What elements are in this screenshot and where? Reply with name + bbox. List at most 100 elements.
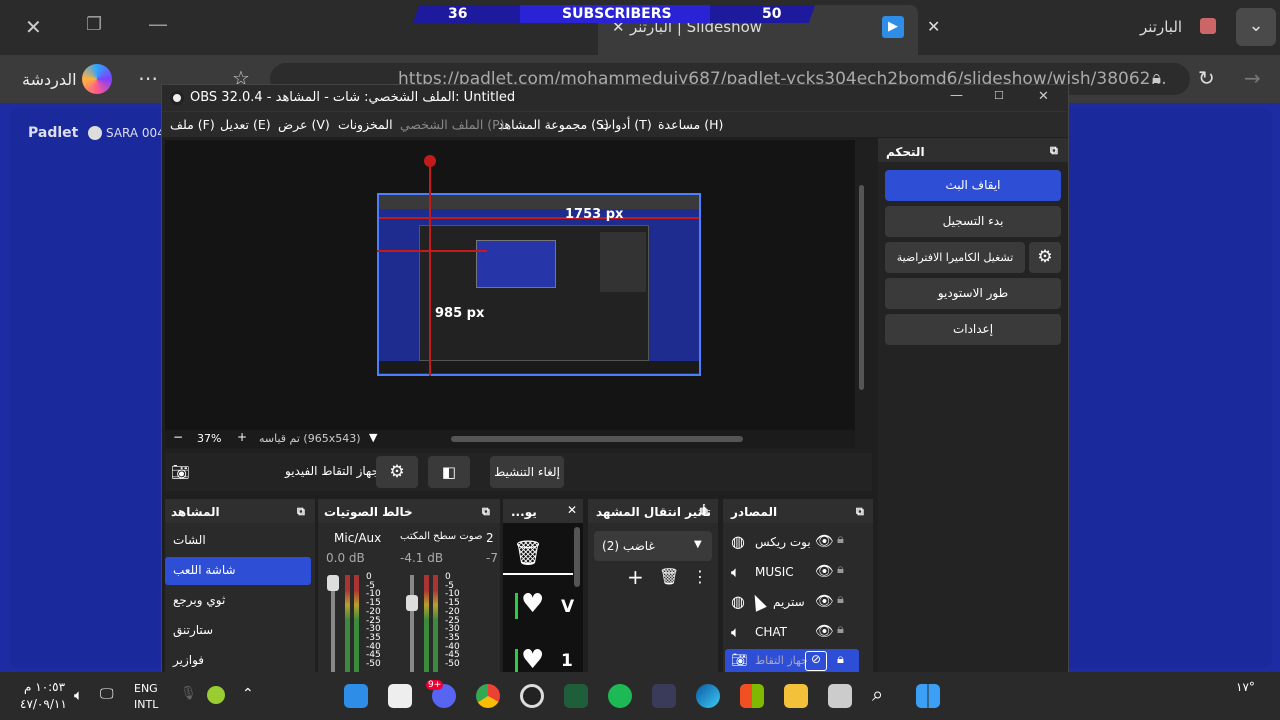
studio-mode-button[interactable]: طور الاستوديو — [885, 278, 1061, 309]
transitions-undock-icon[interactable]: ⧉ — [700, 505, 708, 519]
tray-overflow-icon[interactable]: ⌃ — [242, 686, 254, 702]
spotify-icon[interactable] — [608, 684, 632, 708]
scene-item-selected[interactable]: شاشة اللعب — [165, 557, 311, 585]
obs-maximize-icon[interactable]: ☐ — [994, 89, 1004, 102]
padlet-logo[interactable]: Padlet — [28, 125, 78, 141]
weather-temp[interactable]: ١٧° — [1236, 680, 1255, 694]
restore-window-icon[interactable]: ❐ — [86, 14, 102, 35]
visibility-eye-icon[interactable]: 👁︎ — [815, 592, 834, 610]
source-filters-button[interactable]: ◧ — [428, 456, 470, 488]
zoom-dropdown-icon[interactable]: ▼ — [369, 431, 377, 444]
lang-label[interactable]: ENG — [134, 682, 158, 695]
lock-icon[interactable]: 🔒︎ — [1152, 68, 1161, 88]
transition-select[interactable]: غاضب (2) ▼ — [594, 531, 712, 561]
forward-icon[interactable]: → — [1244, 66, 1261, 90]
remove-transition-icon[interactable]: 🗑︎ — [659, 567, 679, 586]
scene-item[interactable]: الشات — [165, 527, 313, 555]
visibility-eye-icon[interactable]: 👁︎ — [815, 532, 834, 550]
zoom-out-button[interactable]: − — [173, 430, 183, 444]
scene-item[interactable]: ستارتنق — [165, 617, 313, 645]
start-icon[interactable] — [916, 684, 940, 708]
controls-undock-icon[interactable]: ⧉ — [1050, 144, 1058, 158]
xbox-icon[interactable] — [207, 686, 225, 704]
heart-icon[interactable]: ♥ — [521, 589, 544, 619]
store-icon[interactable] — [740, 684, 764, 708]
menu-help[interactable]: مساعدة (H) — [658, 117, 723, 132]
more-menu-icon[interactable]: ⋯ — [138, 66, 158, 90]
source-item[interactable]: 🔈︎ MUSIC 👁︎ 🔒︎ — [723, 559, 859, 587]
minimize-window-icon[interactable]: — — [148, 12, 168, 36]
menu-file[interactable]: ملف (F) — [170, 117, 215, 132]
menu-edit[interactable]: تعديل (E) — [220, 117, 271, 132]
copilot-icon[interactable] — [82, 64, 112, 94]
deactivate-button[interactable]: إلغاء التنشيط — [490, 456, 564, 488]
preview-scrollbar-v[interactable] — [859, 185, 864, 390]
obs-minimize-icon[interactable]: — — [950, 88, 963, 103]
mixer-undock-icon[interactable]: ⧉ — [482, 505, 490, 519]
scene-item[interactable]: فوازير — [165, 647, 313, 675]
app-icon-3[interactable] — [652, 684, 676, 708]
visibility-hidden-icon[interactable]: ⊘ — [805, 651, 827, 671]
lang-label-2[interactable]: INTL — [134, 698, 158, 711]
chat-label[interactable]: الدردشة — [22, 70, 77, 89]
chat-dock-close-icon[interactable]: ✕ — [567, 503, 577, 517]
lock-source-icon[interactable]: 🔒︎ — [837, 652, 844, 667]
lock-source-icon[interactable]: 🔒︎ — [837, 592, 844, 607]
refresh-icon[interactable]: ↻ — [1198, 66, 1215, 90]
app-icon-4[interactable] — [828, 684, 852, 708]
stop-stream-button[interactable]: ايقاف البث — [885, 170, 1061, 201]
volume-icon[interactable]: 🔈︎ — [74, 686, 83, 704]
source-settings-button[interactable]: ⚙ — [376, 456, 418, 488]
visibility-eye-icon[interactable]: 👁︎ — [815, 562, 834, 580]
visibility-eye-icon[interactable]: 👁︎ — [815, 622, 834, 640]
preview-canvas[interactable]: 1753 px 985 px — [165, 140, 864, 430]
taskbar-time[interactable]: ١٠:٥٣ م — [24, 680, 65, 694]
app-icon-2[interactable] — [388, 684, 412, 708]
trash-icon[interactable]: 🗑︎ — [513, 539, 543, 567]
channel-name: Mic/Aux — [334, 531, 382, 545]
menu-docks[interactable]: المخزونات — [338, 117, 393, 132]
virtual-camera-button[interactable]: تشغيل الكاميرا الافتراضية — [885, 242, 1025, 273]
display-icon[interactable]: 🖵︎ — [100, 686, 114, 702]
screenshot-icon[interactable]: 📷︎ — [171, 463, 190, 481]
preview-source-frame[interactable] — [377, 193, 701, 376]
obs-close-icon[interactable]: ✕ — [1038, 89, 1049, 104]
scene-item[interactable]: ثوي وبرجع — [165, 587, 313, 615]
fader-handle[interactable] — [406, 595, 418, 611]
tab-title-2[interactable]: البارتنر — [1140, 18, 1182, 36]
sources-undock-icon[interactable]: ⧉ — [856, 505, 864, 519]
zoom-in-button[interactable]: + — [237, 430, 247, 444]
rotation-handle[interactable] — [424, 155, 436, 167]
terminal-icon[interactable] — [564, 684, 588, 708]
close-window-icon[interactable]: ✕ — [25, 15, 42, 39]
menu-profile[interactable]: الملف الشخصي (P) — [400, 117, 505, 132]
lock-source-icon[interactable]: 🔒︎ — [837, 562, 844, 577]
mic-icon[interactable]: 🎙︎ — [180, 686, 197, 701]
scenes-undock-icon[interactable]: ⧉ — [297, 505, 305, 519]
source-item[interactable]: ◍ بوت ريكس 👁︎ 🔒︎ — [723, 529, 859, 557]
settings-button[interactable]: إعدادات — [885, 314, 1061, 345]
chrome-icon[interactable] — [476, 684, 500, 708]
obs-taskbar-icon[interactable] — [520, 684, 544, 708]
explorer-icon[interactable] — [784, 684, 808, 708]
taskbar-date[interactable]: ٤٧/٠٩/١١ — [20, 697, 67, 711]
fader-handle[interactable] — [327, 575, 339, 591]
lock-source-icon[interactable]: 🔒︎ — [837, 622, 844, 637]
preview-scrollbar-h[interactable] — [451, 436, 743, 442]
tab-list-button[interactable]: ⌄ — [1236, 8, 1276, 46]
virtual-camera-settings-icon[interactable]: ⚙ — [1029, 242, 1061, 273]
lock-source-icon[interactable]: 🔒︎ — [837, 532, 844, 547]
add-transition-button[interactable]: + — [627, 565, 644, 589]
transition-more-icon[interactable]: ⋮ — [692, 567, 708, 586]
search-icon[interactable]: ⌕ — [872, 682, 883, 706]
start-recording-button[interactable]: بدء التسجيل — [885, 206, 1061, 237]
heart-icon[interactable]: ♥ — [521, 645, 544, 675]
source-item[interactable]: 🔈︎ CHAT 👁︎ 🔒︎ — [723, 619, 859, 647]
source-item[interactable]: ◍ ستريم 👁︎ 🔒︎ — [723, 589, 859, 617]
tab-close-icon-2[interactable]: ✕ — [927, 17, 940, 36]
edge-icon[interactable] — [696, 684, 720, 708]
menu-view[interactable]: عرض (V) — [278, 117, 330, 132]
menu-scene-collection[interactable]: مجموعة المشاهد (S) — [498, 117, 609, 132]
app-icon-1[interactable] — [344, 684, 368, 708]
chat-scrollbar[interactable] — [574, 527, 580, 587]
